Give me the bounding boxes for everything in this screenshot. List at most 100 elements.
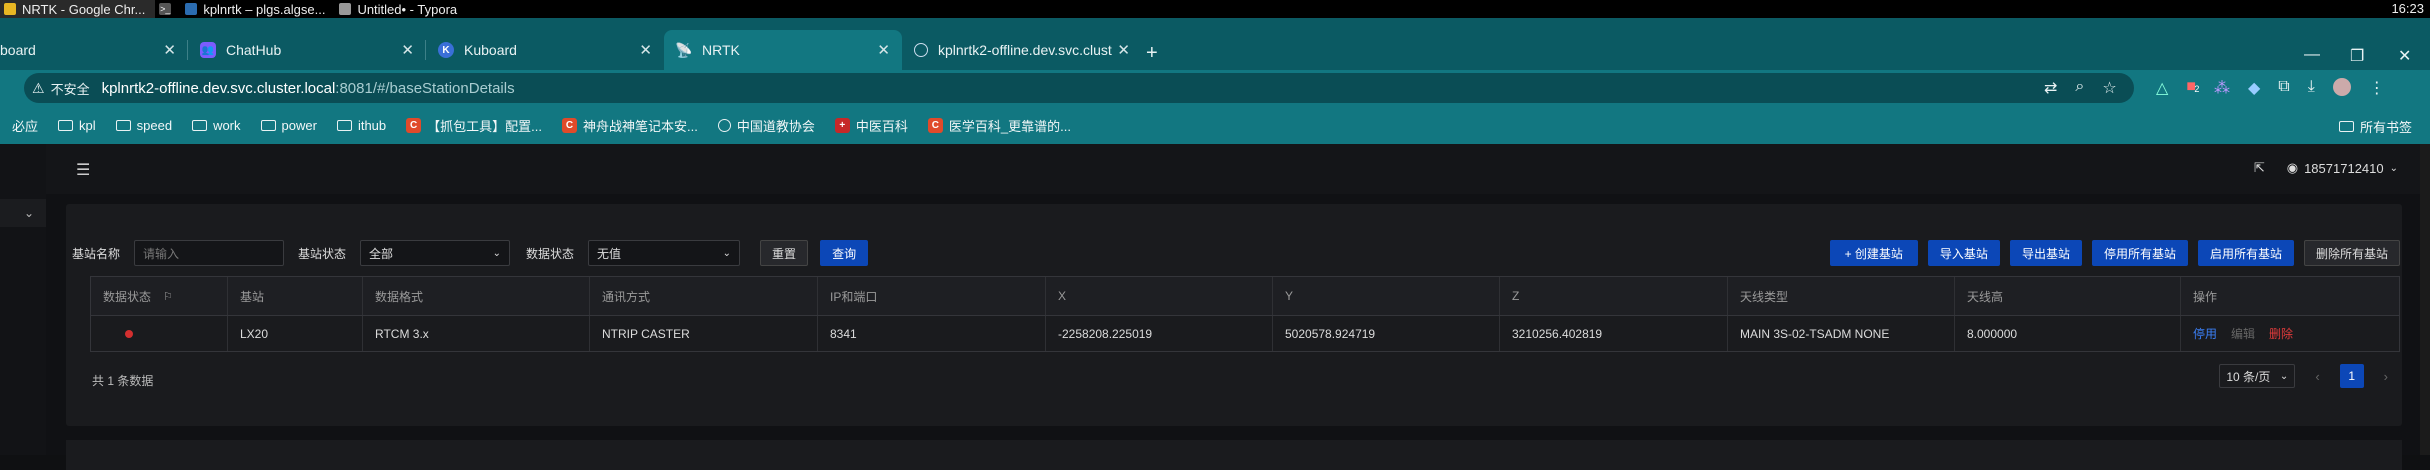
task-chrome[interactable]: NRTK - Google Chr... [0, 0, 156, 18]
disable-link[interactable]: 停用 [2193, 325, 2217, 342]
task-terminal[interactable]: >_ [155, 0, 181, 18]
status-filter-label: 基站状态 [298, 246, 347, 261]
page-number[interactable]: 1 [2339, 364, 2364, 388]
edit-link[interactable]: 编辑 [2231, 325, 2255, 342]
os-taskbar: NRTK - Google Chr... >_ kplnrtk – plgs.a… [0, 0, 2430, 18]
restore-icon[interactable]: ❐ [2350, 46, 2364, 66]
zoom-icon[interactable]: ⌕ [2075, 78, 2084, 98]
bookmark-medical[interactable]: C 医学百科_更靠谱的... [927, 116, 1071, 135]
window-close-icon[interactable]: ✕ [2398, 46, 2411, 66]
username: 18571712410 [2304, 160, 2384, 176]
menu-dots-icon[interactable]: ⋮ [2369, 78, 2385, 98]
extension-badge-icon[interactable]: ■ 2 [2186, 78, 2199, 98]
extension-shield-icon[interactable]: ◆ [2248, 78, 2260, 98]
close-icon[interactable]: ✕ [163, 41, 176, 59]
star-icon[interactable]: ☆ [2102, 78, 2116, 98]
status-filter-select[interactable]: 全部 ⌄ [360, 240, 511, 266]
table-header: 数据状态 ⚐ 基站 数据格式 通讯方式 IP和端口 X Y Z 天线类型 天线高… [91, 277, 2399, 315]
total-count: 共 1 条数据 [92, 374, 154, 388]
c-logo-icon: C [927, 117, 943, 133]
cell-operation: 停用 编辑 删除 [2181, 316, 2399, 351]
task-label: NRTK - Google Chr... [22, 1, 146, 17]
bookmark-laptop[interactable]: C 神舟战神笔记本安... [561, 116, 698, 135]
disable-all-button[interactable]: 停用所有基站 [2091, 240, 2188, 266]
task-label: Untitled• - Typora [357, 1, 458, 17]
browser-toolbar: ⚠ 不安全 kplnrtk2-offline.dev.svc.cluster.l… [0, 70, 2430, 106]
tab-kuboard[interactable]: K Kuboard ✕ [426, 30, 664, 70]
all-bookmarks-label: 所有书签 [2359, 120, 2412, 135]
data-status-filter-label: 数据状态 [526, 246, 575, 261]
cell-station: LX20 [228, 316, 363, 351]
bookmark-speed[interactable]: speed [115, 117, 173, 133]
reset-button[interactable]: 重置 [760, 240, 809, 266]
clock: 16:23 [2391, 1, 2424, 16]
bookmark-kpl[interactable]: kpl [58, 118, 96, 133]
close-icon[interactable]: ✕ [639, 41, 652, 59]
col-format: 数据格式 [363, 277, 590, 315]
typora-icon [339, 3, 352, 15]
page-scrollbar[interactable] [2420, 144, 2430, 455]
url-host: kplnrtk2-offline.dev.svc.cluster.local [101, 79, 336, 97]
c-logo-icon: C [561, 117, 577, 133]
new-tab-button[interactable]: + [1146, 42, 1158, 65]
task-typora[interactable]: Untitled• - Typora [335, 0, 467, 18]
bookmark-label: power [281, 117, 317, 133]
all-bookmarks[interactable]: 所有书签 [2338, 117, 2412, 136]
cell-ip-port: 8341 [818, 316, 1046, 351]
tab-board[interactable]: board ✕ [0, 30, 188, 70]
close-icon[interactable]: ✕ [401, 41, 414, 59]
folder-icon [2338, 121, 2354, 132]
bookmark-ithub[interactable]: ithub [336, 118, 386, 133]
delete-link[interactable]: 删除 [2269, 325, 2293, 342]
cell-y: 5020578.924719 [1273, 316, 1500, 351]
import-station-button[interactable]: 导入基站 [1927, 240, 2000, 266]
bookmark-capture-tool[interactable]: C 【抓包工具】配置... [406, 116, 542, 135]
export-station-button[interactable]: 导出基站 [2009, 240, 2082, 266]
page-size-value: 10 条/页 [2226, 369, 2271, 384]
bookmark-tcm[interactable]: + 中医百科 [834, 116, 908, 135]
medicine-icon: + [834, 117, 850, 133]
close-icon[interactable]: ✕ [1117, 41, 1130, 59]
menu-toggle-icon[interactable]: ☰ [76, 160, 90, 180]
cell-antenna-height: 8.000000 [1955, 316, 2181, 351]
tab-label: board [0, 42, 36, 58]
extensions-puzzle-icon[interactable]: ⧉ [2278, 78, 2289, 98]
profile-avatar[interactable] [2332, 78, 2351, 96]
data-status-filter-select[interactable]: 无值 ⌄ [588, 240, 741, 266]
task-editor[interactable]: kplnrtk – plgs.algse... [181, 0, 335, 18]
prev-page-icon[interactable]: ‹ [2315, 369, 2319, 384]
address-bar[interactable]: ⚠ 不安全 kplnrtk2-offline.dev.svc.cluster.l… [24, 73, 2134, 103]
fullscreen-icon[interactable]: ⇱ [2254, 160, 2265, 176]
chevron-down-icon[interactable]: ⌄ [24, 206, 34, 220]
extension-grid-icon[interactable]: ⁂ [2214, 78, 2230, 98]
cell-z: 3210256.402819 [1500, 316, 1728, 351]
tab-strip: board ✕ 👥 ChatHub ✕ K Kuboard ✕ 📡 NRTK ✕… [0, 18, 2430, 70]
close-icon[interactable]: ✕ [877, 41, 890, 59]
download-icon[interactable]: ⤓ [2308, 78, 2315, 98]
bookmark-label: 必应 [12, 118, 39, 134]
page-size-select[interactable]: 10 条/页 ⌄ [2219, 364, 2296, 388]
user-menu[interactable]: ◉ 18571712410 ⌄ [2287, 160, 2398, 176]
bookmark-label: speed [136, 117, 173, 133]
tab-kplnrtk2[interactable]: kplnrtk2-offline.dev.svc.clust ✕ [902, 30, 1142, 70]
warning-icon[interactable]: ⚠ [32, 80, 45, 97]
bookmark-taoist[interactable]: 中国道教协会 [717, 116, 815, 135]
next-page-icon[interactable]: › [2384, 369, 2388, 384]
query-button[interactable]: 查询 [820, 240, 869, 266]
security-label[interactable]: 不安全 [51, 79, 102, 98]
bookmark-work[interactable]: work [192, 118, 241, 133]
tab-nrtk[interactable]: 📡 NRTK ✕ [664, 30, 902, 70]
enable-all-button[interactable]: 启用所有基站 [2197, 240, 2294, 266]
folder-icon [260, 119, 276, 131]
filter-icon[interactable]: ⚐ [163, 290, 173, 303]
delete-all-button[interactable]: 删除所有基站 [2303, 240, 2400, 266]
tab-chathub[interactable]: 👥 ChatHub ✕ [188, 30, 426, 70]
extension-drive-icon[interactable]: △ [2156, 78, 2168, 98]
minimize-icon[interactable]: — [2304, 46, 2320, 64]
bookmark-bing[interactable]: 必应 [12, 116, 38, 135]
translate-icon[interactable]: ⇄ [2044, 78, 2057, 98]
name-filter-input[interactable]: 请输入 [134, 240, 285, 266]
bookmark-power[interactable]: power [260, 117, 317, 133]
sidebar-item[interactable] [0, 199, 46, 227]
create-station-button[interactable]: + 创建基站 [1829, 240, 1918, 266]
